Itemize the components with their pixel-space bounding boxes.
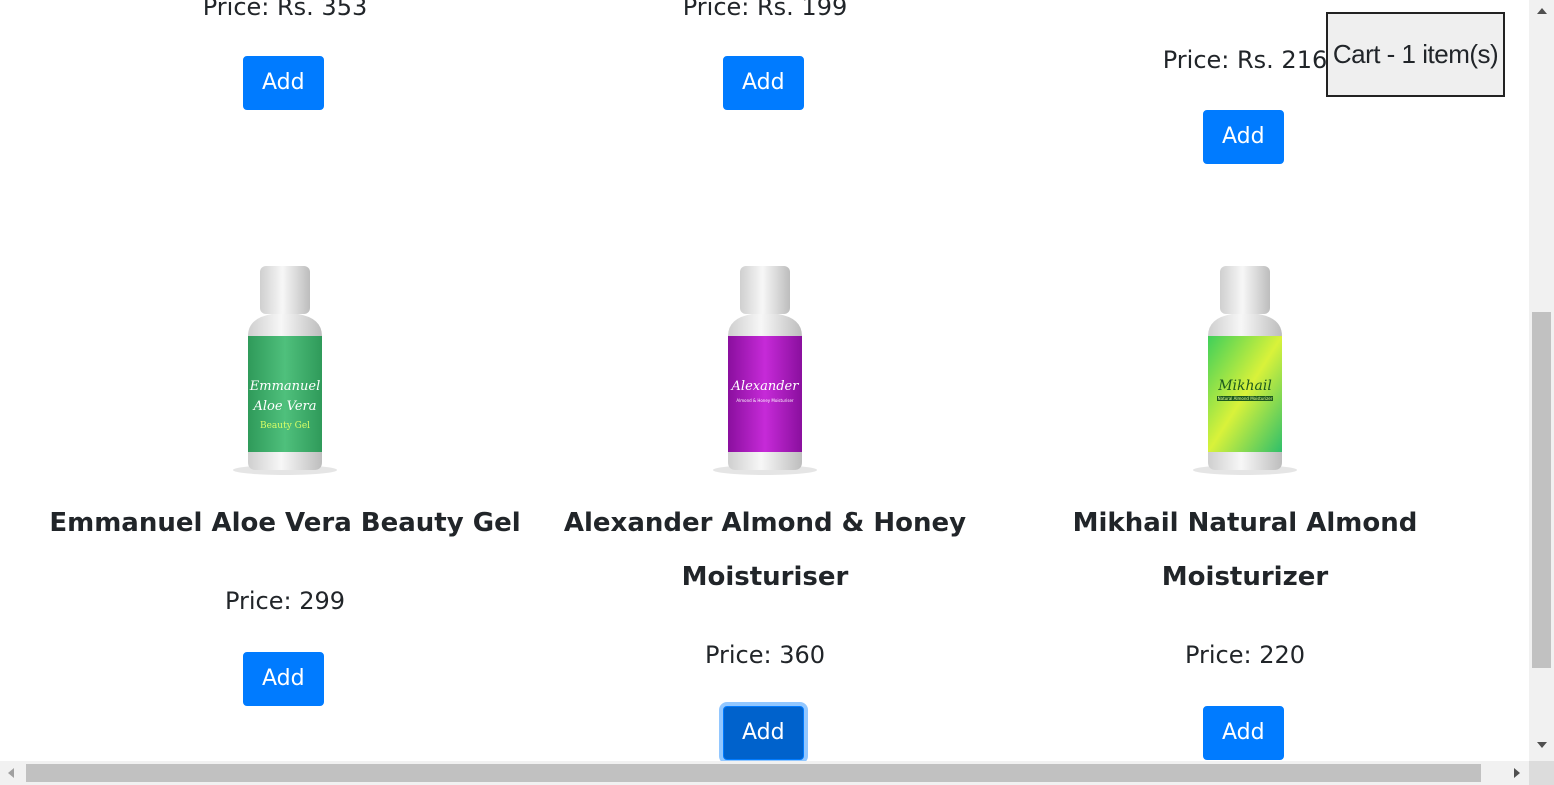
product-price: Price: 299 bbox=[224, 587, 346, 615]
add-button[interactable]: Add bbox=[1203, 110, 1284, 164]
svg-text:Natural Almond Moisturizer: Natural Almond Moisturizer bbox=[1218, 396, 1273, 401]
product-card-top-2: Price: Rs. 199 bbox=[525, 0, 1005, 22]
horizontal-scroll-thumb[interactable] bbox=[26, 764, 1481, 782]
product-title-line2: Moisturizer bbox=[1161, 562, 1329, 592]
scrollbar-corner bbox=[1529, 761, 1554, 785]
vertical-scrollbar[interactable] bbox=[1529, 0, 1554, 761]
add-button[interactable]: Add bbox=[243, 56, 324, 110]
cart-button[interactable]: Cart - 1 item(s) bbox=[1326, 12, 1505, 97]
product-title-line1: Alexander Almond & Honey bbox=[563, 508, 967, 538]
product-price: Price: 220 bbox=[1184, 641, 1306, 669]
bottle-label-text: Emmanuel bbox=[249, 379, 321, 394]
scroll-down-icon[interactable] bbox=[1537, 742, 1547, 748]
product-image-bottle: Emmanuel Aloe Vera Beauty Gel bbox=[233, 266, 337, 475]
add-button[interactable]: Add bbox=[723, 56, 804, 110]
scroll-up-icon[interactable] bbox=[1537, 8, 1547, 14]
product-page: Price: Rs. 353 Add Price: Rs. 199 Add Pr… bbox=[0, 0, 1529, 761]
add-button[interactable]: Add bbox=[243, 652, 324, 706]
scroll-right-icon[interactable] bbox=[1514, 768, 1520, 778]
horizontal-scrollbar[interactable] bbox=[0, 761, 1529, 785]
product-price: Price: Rs. 199 bbox=[682, 0, 848, 21]
vertical-scroll-thumb[interactable] bbox=[1532, 312, 1551, 668]
product-price: Price: Rs. 353 bbox=[202, 0, 368, 21]
svg-text:Beauty Gel: Beauty Gel bbox=[260, 421, 310, 431]
product-price: Price: 360 bbox=[704, 641, 826, 669]
product-image-bottle: Mikhail Natural Almond Moisturizer bbox=[1193, 266, 1297, 475]
product-title-line2: Moisturiser bbox=[681, 562, 849, 592]
product-card-top-1: Price: Rs. 353 bbox=[45, 0, 525, 22]
product-card-1: Emmanuel Aloe Vera Beauty Gel Price: 299 bbox=[45, 496, 525, 616]
svg-text:Almond & Honey Moisturiser: Almond & Honey Moisturiser bbox=[736, 398, 794, 403]
svg-text:Mikhail: Mikhail bbox=[1217, 378, 1272, 394]
add-button[interactable]: Add bbox=[723, 706, 804, 760]
scroll-left-icon[interactable] bbox=[8, 768, 14, 778]
svg-text:Alexander: Alexander bbox=[731, 379, 800, 394]
product-title: Emmanuel Aloe Vera Beauty Gel bbox=[49, 508, 521, 538]
svg-text:Aloe Vera: Aloe Vera bbox=[252, 399, 316, 414]
product-card-2: Alexander Almond & Honey Moisturiser Pri… bbox=[525, 496, 1005, 670]
product-card-3: Mikhail Natural Almond Moisturizer Price… bbox=[1005, 496, 1485, 670]
product-title-line1: Mikhail Natural Almond bbox=[1072, 508, 1418, 538]
add-button[interactable]: Add bbox=[1203, 706, 1284, 760]
product-image-bottle: Alexander Almond & Honey Moisturiser bbox=[713, 266, 817, 475]
